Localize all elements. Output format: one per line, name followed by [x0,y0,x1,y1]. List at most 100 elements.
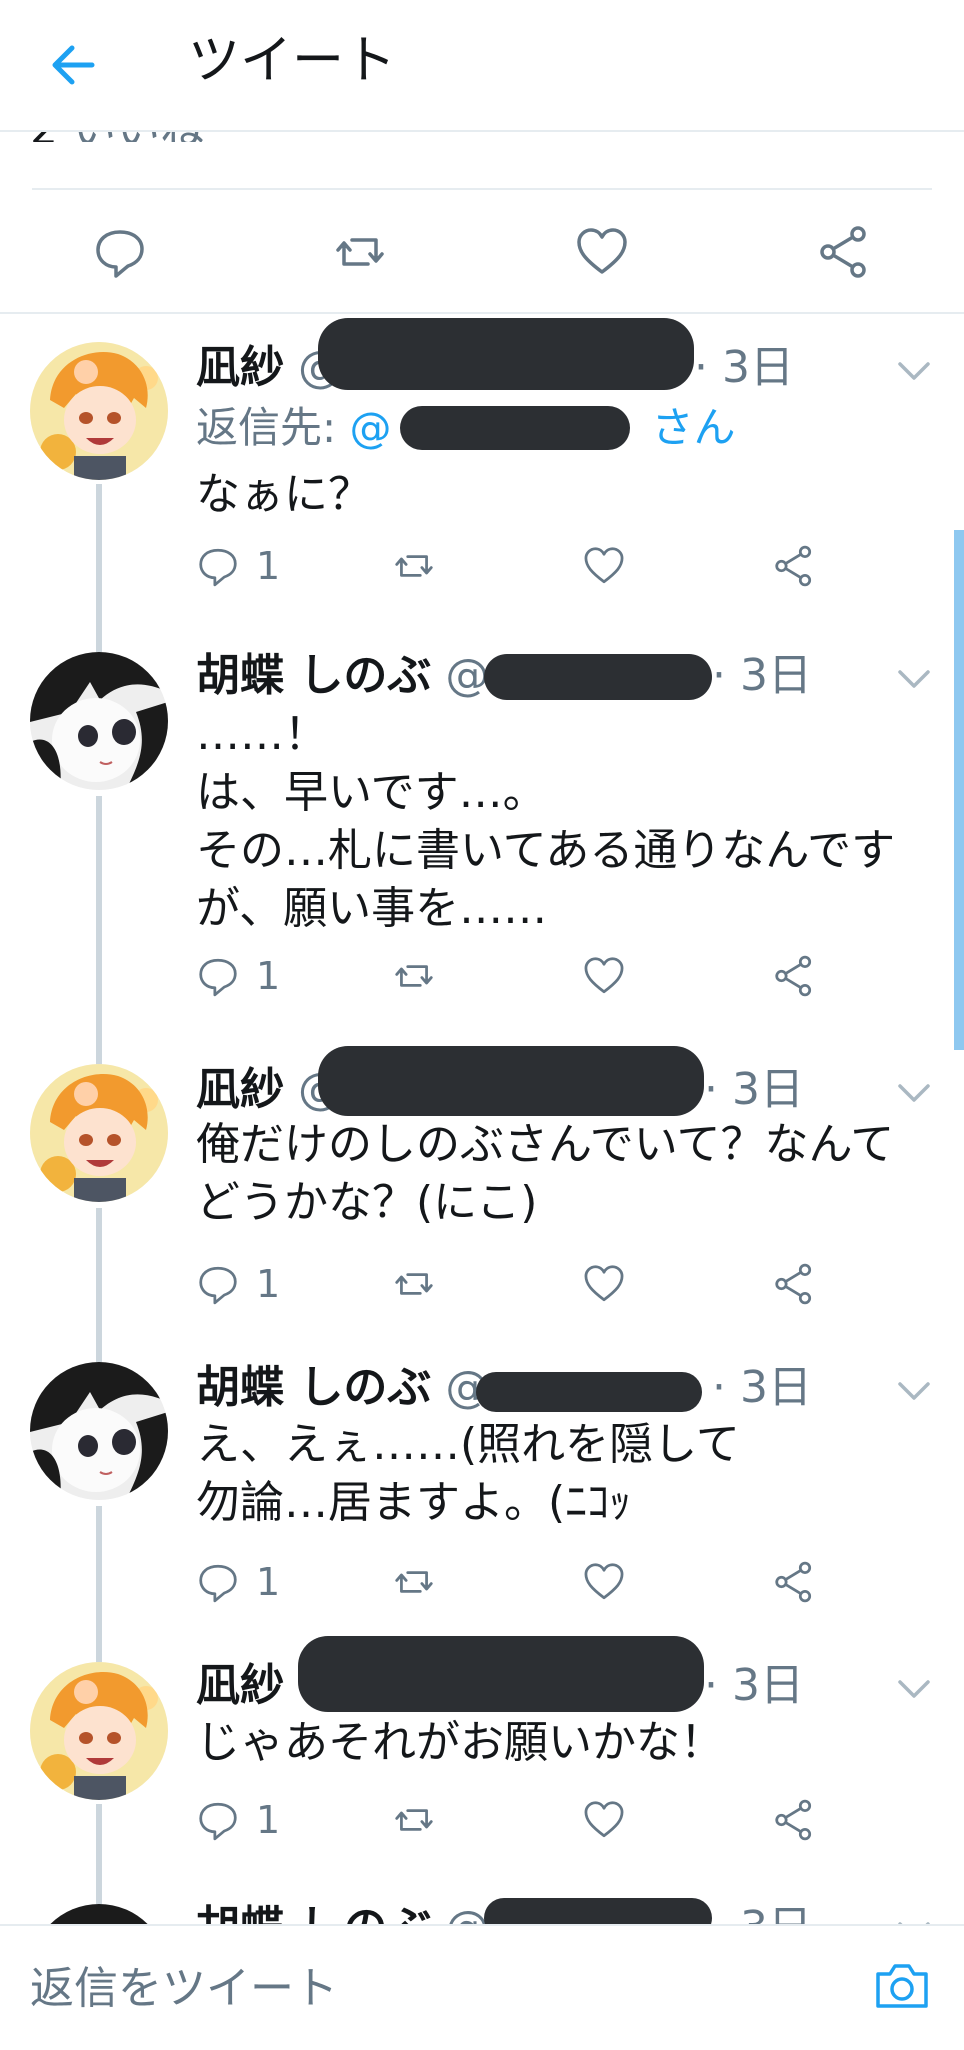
like-icon [584,1563,624,1600]
display-name[interactable]: 凪紗 [196,1660,284,1711]
timestamp[interactable]: · 3日 [704,1060,804,1120]
reply-to-label: 返信先: [196,403,337,452]
redacted-handle [476,1372,702,1412]
like-icon [584,1801,624,1838]
thread-connector [96,796,102,1074]
chevron-down-icon[interactable] [894,356,934,386]
retweet-button[interactable] [392,954,436,1004]
divider [0,312,964,314]
reply-icon [199,548,237,587]
reply-button[interactable]: 1 [196,954,280,1004]
avatar[interactable] [30,1662,168,1800]
chevron-down-icon[interactable] [894,1916,934,1924]
retweet-icon [395,1809,433,1831]
retweet-button[interactable] [392,1560,436,1610]
avatar[interactable] [30,1362,168,1500]
back-arrow-icon[interactable] [40,30,110,100]
reply-input[interactable]: 返信をツイート [30,1954,850,2024]
thread-connector [96,1208,102,1368]
thread-connector [96,1506,102,1666]
retweet-button[interactable] [392,544,436,594]
reply-button[interactable]: 1 [196,1262,280,1312]
like-icon [584,957,624,994]
reply-composer: 返信をツイート [0,1924,964,2050]
share-icon[interactable] [816,224,872,280]
avatar[interactable] [30,652,168,790]
share-button[interactable] [772,1560,816,1610]
share-button[interactable] [772,954,816,1004]
retweet-icon[interactable] [332,224,388,280]
like-button[interactable] [582,544,626,594]
chevron-down-icon[interactable] [894,1376,934,1406]
tweet-header: 胡蝶 しのぶ @ [196,1898,489,1924]
tweet-text: 俺だけのしのぶさんでいて？なんてどうかな？(にこ) [196,1119,895,1228]
retweet-button[interactable] [392,1262,436,1312]
reply-icon[interactable] [92,224,148,280]
timestamp[interactable]: · 3日 [694,338,794,398]
chevron-down-icon[interactable] [894,1078,934,1108]
reply-count: 1 [256,544,281,588]
display-name[interactable]: 凪紗 [196,1064,284,1115]
reply-count: 1 [256,1798,281,1842]
timestamp[interactable]: · 3日 [712,646,812,706]
retweet-icon [395,965,433,987]
reply-button[interactable]: 1 [196,544,280,594]
display-name[interactable]: 胡蝶 しのぶ [196,650,431,701]
camera-icon[interactable] [872,1956,932,2016]
reply-icon [199,958,237,997]
reply-count: 1 [256,954,281,998]
timestamp[interactable]: · 3日 [712,1898,812,1924]
like-button[interactable] [582,1262,626,1312]
like-icon [584,547,624,584]
retweet-icon [395,555,433,577]
thread-connector [96,484,102,658]
like-icon[interactable] [574,224,630,280]
reply-suffix[interactable]: さん [652,403,736,452]
tweet-text: え、えぇ……(照れを隠して 勿論…居ますよ。(ﾆｺｯ [196,1419,740,1528]
redacted-handle [484,654,712,700]
share-icon [775,955,812,997]
share-button[interactable] [772,544,816,594]
tweet-item[interactable]: 胡蝶 しのぶ @ · 3日 [0,1898,964,1924]
redacted-handle [484,1898,712,1924]
reply-icon [199,1564,237,1603]
main-tweet-actions [0,190,964,310]
tweet-actions: 1 [196,544,836,604]
reply-count: 1 [256,1560,281,1604]
reply-icon [199,1266,237,1305]
display-name[interactable]: 凪紗 [196,342,284,393]
avatar[interactable] [30,1904,168,1924]
like-button[interactable] [582,954,626,1004]
reply-mention[interactable]: @ [350,403,392,452]
display-name[interactable]: 胡蝶 しのぶ [196,1902,431,1924]
share-icon [775,1263,812,1305]
redacted-handle [318,1046,704,1116]
handle[interactable]: @ [445,650,489,701]
reply-button[interactable]: 1 [196,1560,280,1610]
display-name[interactable]: 胡蝶 しのぶ [196,1362,431,1413]
reply-button[interactable]: 1 [196,1798,280,1848]
tweet-header: 胡蝶 しのぶ @ [196,646,489,706]
like-button[interactable] [582,1798,626,1848]
chevron-down-icon[interactable] [894,1674,934,1704]
timestamp[interactable]: · 3日 [712,1358,812,1418]
scrollbar[interactable] [954,530,964,1050]
share-icon [775,1799,812,1841]
avatar[interactable] [30,1064,168,1202]
handle[interactable]: @ [445,1902,489,1924]
retweet-button[interactable] [392,1798,436,1848]
like-button[interactable] [582,1560,626,1610]
retweet-icon [395,1571,433,1593]
share-icon [775,1561,812,1603]
avatar[interactable] [30,342,168,480]
tweet-text: なぁに？ [196,469,372,520]
share-button[interactable] [772,1798,816,1848]
page-title: ツイート [188,31,397,91]
top-bar: ツイート [0,0,964,132]
redacted-mention [400,406,630,450]
timestamp[interactable]: · 3日 [704,1656,804,1716]
share-button[interactable] [772,1262,816,1312]
share-icon [775,545,812,587]
chevron-down-icon[interactable] [894,664,934,694]
redacted-handle [298,1636,704,1712]
